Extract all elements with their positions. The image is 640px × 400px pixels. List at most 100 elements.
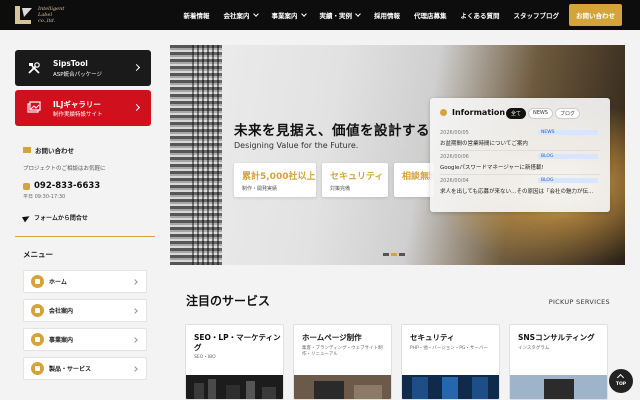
button-title: ILJギャラリー (53, 100, 101, 109)
phone-number[interactable]: 092-833-6633 (23, 181, 151, 191)
hero-title: 未来を見据え、価値を設計する (234, 123, 430, 139)
divider (15, 236, 155, 237)
stat-value: セキュリティ (330, 172, 384, 182)
card-description: 集客・ブランディング・ウェブサイト制作・リニューアル (302, 346, 383, 357)
information-tabs: 全て NEWS ブログ (504, 108, 580, 119)
card-description: PHP・他・バージョン・PG・サーバー (410, 346, 488, 351)
contact-heading-text: お問い合わせ (35, 147, 74, 155)
sidebar: SipsTool ASP統合パッケージ ILJギャラリー 制作実績特設サイト お… (15, 50, 155, 380)
contact-description: プロジェクトのご相談はお気軽に (23, 166, 106, 172)
menu-title: メニュー (23, 250, 53, 259)
stat-card: 相談無料 (394, 163, 434, 197)
tab-blog[interactable]: ブログ (554, 108, 580, 119)
news-item[interactable]: 2026/00/05 NEWS お盆期間の営業時間についてご案内 (440, 130, 600, 147)
news-tag: BLOG (538, 178, 598, 183)
information-header: Information (440, 108, 505, 117)
nav-label: 新着情報 (183, 12, 210, 20)
nav-works[interactable]: 実績・実例 (320, 10, 361, 20)
company-logo[interactable]: Intelligent Label co.,ltd. (12, 4, 72, 26)
service-card-sns[interactable]: SNSコンサルティング インスタグラム (509, 324, 608, 400)
tab-news[interactable]: NEWS (527, 108, 553, 119)
city-night-image (186, 375, 283, 399)
chevron-right-icon (132, 63, 141, 72)
nav-company[interactable]: 会社案内 (224, 10, 259, 20)
button-title: SipsTool (53, 59, 88, 68)
product-icon (31, 362, 44, 375)
sidebar-menu: メニュー ホーム 会社案内 事業案内 製品・サービス (23, 249, 147, 386)
button-subtitle: ASP統合パッケージ (53, 72, 102, 78)
nav-news[interactable]: 新着情報 (184, 10, 210, 20)
sipstool-button[interactable]: SipsTool ASP統合パッケージ (15, 50, 151, 86)
nav-agency[interactable]: 代理店募集 (414, 10, 447, 20)
slider-dot-active[interactable] (391, 253, 397, 256)
service-card-web[interactable]: ホームページ制作 集客・ブランディング・ウェブサイト制作・リニューアル (293, 324, 392, 400)
stat-label: 対策完備 (330, 186, 351, 192)
chevron-up-icon (616, 373, 625, 382)
main-nav: 新着情報 会社案内 事業案内 実績・実例 採用情報 代理店募集 よくある質問 ス… (170, 0, 622, 30)
mail-icon (23, 147, 31, 153)
sidebar-item-business[interactable]: 事業案内 (23, 328, 147, 351)
news-item[interactable]: 2026/00/04 BLOG 求人を出しても応募が来ない…その原因は「会社の魅… (440, 178, 600, 195)
chevron-right-icon (132, 279, 138, 285)
chevron-right-icon (132, 308, 138, 314)
chevron-right-icon (132, 337, 138, 343)
card-title: SNSコンサルティング (518, 333, 595, 342)
information-title: Information (452, 108, 506, 117)
hero-building-image (192, 45, 222, 265)
hero-subtitle: Designing Value for the Future. (234, 141, 359, 150)
building-icon (31, 304, 44, 317)
ilj-gallery-button[interactable]: ILJギャラリー 制作実績特設サイト (15, 90, 151, 126)
logo-line: co.,ltd. (38, 18, 56, 24)
nav-label: スタッフブログ (513, 12, 560, 20)
form-link-text: フォームから問合せ (34, 215, 88, 222)
pickup-services-label: PICKUP SERVICES (548, 298, 610, 306)
menu-label: ホーム (49, 279, 67, 286)
phone-icon (23, 182, 30, 190)
slider-dots (383, 253, 407, 256)
site-header: Intelligent Label co.,ltd. 新着情報 会社案内 事業案… (0, 0, 640, 30)
chevron-right-icon (132, 103, 141, 112)
menu-label: 会社案内 (49, 308, 74, 315)
nav-blog[interactable]: スタッフブログ (514, 10, 560, 20)
nav-label: 事業案内 (271, 12, 298, 20)
services-title: 注目のサービス (186, 294, 271, 308)
nav-faq[interactable]: よくある質問 (461, 10, 500, 20)
paper-plane-icon (21, 213, 32, 222)
stat-card: 累計5,000社以上 制作・開発実績 (234, 163, 316, 197)
menu-label: 製品・サービス (49, 366, 92, 373)
sidebar-item-home[interactable]: ホーム (23, 270, 147, 293)
button-subtitle: 制作実績特設サイト (53, 112, 103, 118)
nav-label: 実績・実例 (319, 12, 353, 20)
logo-text: Intelligent Label co.,ltd. (38, 6, 64, 24)
nav-business[interactable]: 事業案内 (271, 10, 307, 20)
news-tag: NEWS (538, 130, 598, 135)
contact-heading: お問い合わせ (23, 145, 151, 155)
info-icon (440, 109, 447, 116)
card-description: インスタグラム (518, 346, 550, 351)
card-title: SEO・LP・マーケティング (194, 333, 281, 352)
stat-value: 相談無料 (402, 172, 434, 182)
news-text: お盆期間の営業時間についてご案内 (440, 141, 528, 147)
home-icon (31, 275, 44, 288)
stat-value: 累計5,000社以上 (242, 172, 316, 182)
nav-recruit[interactable]: 採用情報 (374, 10, 400, 20)
service-card-security[interactable]: セキュリティ PHP・他・バージョン・PG・サーバー (401, 324, 500, 400)
sidebar-item-company[interactable]: 会社案内 (23, 299, 147, 322)
news-text: Googleパスワードマネージャーに新搭載! (440, 165, 544, 171)
slider-dot[interactable] (383, 253, 389, 256)
contact-cta-button[interactable]: お問い合わせ (569, 4, 622, 26)
service-card-seo[interactable]: SEO・LP・マーケティング SEO・IBO (185, 324, 284, 400)
sidebar-item-products[interactable]: 製品・サービス (23, 357, 147, 380)
phone-text: 092-833-6633 (34, 181, 101, 191)
nav-label: よくある質問 (460, 12, 500, 20)
card-title: セキュリティ (410, 333, 455, 342)
chevron-down-icon (355, 10, 361, 17)
news-item[interactable]: 2026/00/06 BLOG Googleパスワードマネージャーに新搭載! (440, 154, 600, 171)
nav-label: 採用情報 (374, 12, 400, 20)
back-to-top-button[interactable]: TOP (609, 369, 633, 393)
gallery-icon (27, 101, 41, 113)
slider-dot[interactable] (399, 253, 405, 256)
tab-all[interactable]: 全て (505, 108, 526, 119)
contact-form-link[interactable]: フォームから問合せ (21, 213, 151, 222)
server-room-image (402, 375, 499, 399)
